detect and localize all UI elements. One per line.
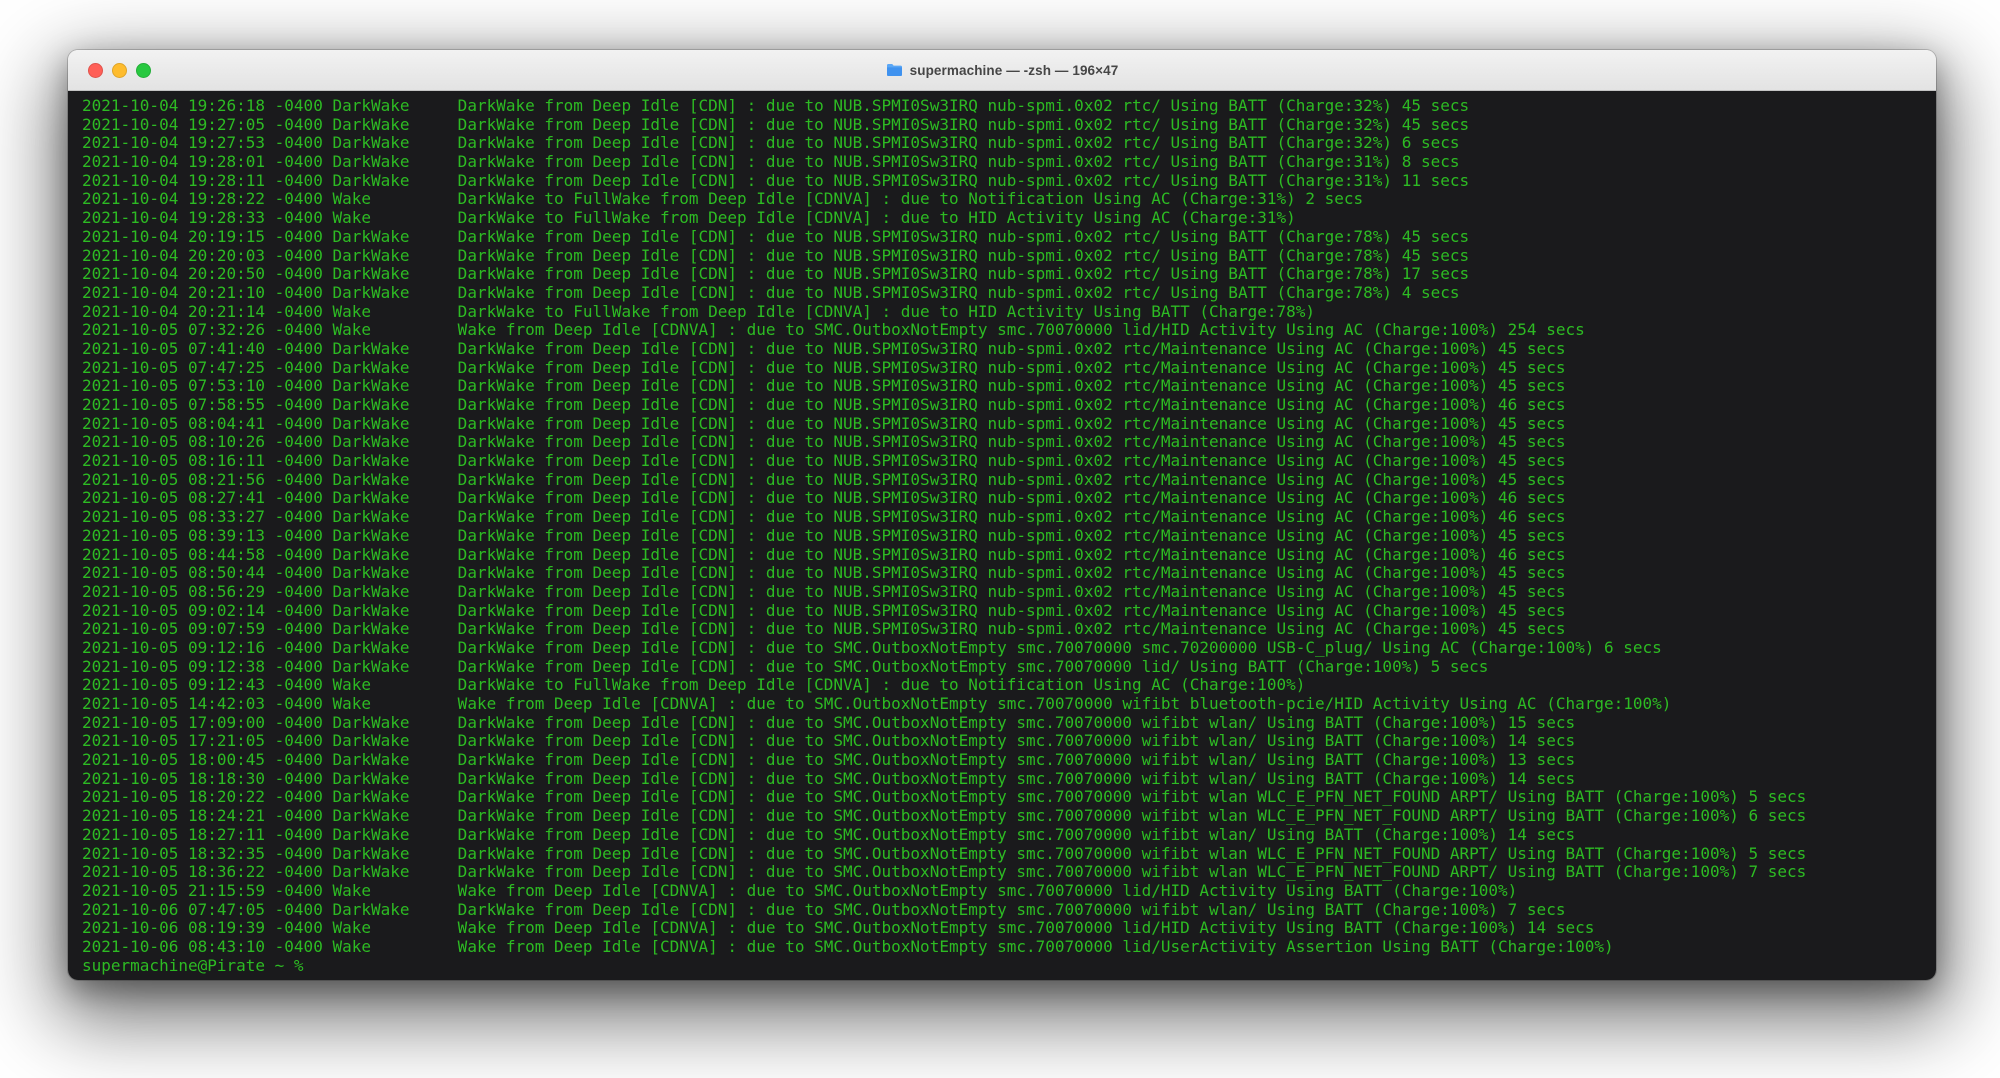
log-line: 2021-10-04 20:20:03 -0400 DarkWake DarkW…: [82, 245, 1470, 265]
window-title-group: supermachine — -zsh — 196×47: [886, 63, 1119, 78]
log-line: 2021-10-06 08:19:39 -0400 Wake Wake from…: [82, 918, 1595, 938]
log-line: 2021-10-05 07:58:55 -0400 DarkWake DarkW…: [82, 395, 1566, 414]
log-line: 2021-10-04 20:21:14 -0400 Wake DarkWake …: [82, 301, 1315, 321]
log-line: 2021-10-05 18:27:11 -0400 DarkWake DarkW…: [82, 824, 1576, 844]
log-line: 2021-10-05 08:33:27 -0400 DarkWake DarkW…: [82, 507, 1566, 527]
log-line: 2021-10-05 18:00:45 -0400 DarkWake DarkW…: [82, 750, 1576, 770]
folder-icon[interactable]: [886, 63, 903, 77]
log-line: 2021-10-05 09:02:14 -0400 DarkWake DarkW…: [82, 600, 1566, 620]
log-line: 2021-10-05 08:10:26 -0400 DarkWake DarkW…: [82, 432, 1566, 452]
log-line: 2021-10-06 08:43:10 -0400 Wake Wake from…: [82, 936, 1614, 956]
terminal-log: 2021-10-04 19:26:18 -0400 DarkWake DarkW…: [82, 96, 1922, 976]
log-line: 2021-10-05 21:15:59 -0400 Wake Wake from…: [82, 880, 1518, 900]
log-line: 2021-10-04 19:27:05 -0400 DarkWake DarkW…: [82, 114, 1470, 134]
log-line: 2021-10-05 08:56:29 -0400 DarkWake DarkW…: [82, 581, 1566, 601]
log-line: 2021-10-05 18:32:35 -0400 DarkWake DarkW…: [82, 843, 1807, 863]
log-line: 2021-10-05 08:27:41 -0400 DarkWake DarkW…: [82, 488, 1566, 508]
shell-prompt[interactable]: supermachine@Pirate ~ %: [82, 956, 1922, 976]
log-line: 2021-10-05 07:53:10 -0400 DarkWake DarkW…: [82, 376, 1566, 396]
log-line: 2021-10-05 09:12:38 -0400 DarkWake DarkW…: [82, 656, 1489, 676]
log-line: 2021-10-04 20:21:10 -0400 DarkWake DarkW…: [82, 282, 1460, 302]
log-line: 2021-10-05 18:24:21 -0400 DarkWake DarkW…: [82, 806, 1807, 826]
log-line: 2021-10-05 09:12:43 -0400 Wake DarkWake …: [82, 675, 1306, 695]
log-line: 2021-10-05 09:07:59 -0400 DarkWake DarkW…: [82, 619, 1566, 639]
terminal-content[interactable]: 2021-10-04 19:26:18 -0400 DarkWake DarkW…: [68, 91, 1936, 980]
log-line: 2021-10-05 08:44:58 -0400 DarkWake DarkW…: [82, 544, 1566, 564]
window-controls: [88, 50, 151, 90]
log-line: 2021-10-05 14:42:03 -0400 Wake Wake from…: [82, 694, 1672, 713]
log-line: 2021-10-05 07:47:25 -0400 DarkWake DarkW…: [82, 357, 1566, 377]
log-line: 2021-10-05 08:39:13 -0400 DarkWake DarkW…: [82, 525, 1566, 545]
log-line: 2021-10-04 19:28:33 -0400 Wake DarkWake …: [82, 208, 1296, 228]
log-line: 2021-10-05 07:41:40 -0400 DarkWake DarkW…: [82, 338, 1566, 358]
log-line: 2021-10-04 19:27:53 -0400 DarkWake DarkW…: [82, 133, 1460, 153]
log-line: 2021-10-05 07:32:26 -0400 Wake Wake from…: [82, 320, 1585, 340]
minimize-button[interactable]: [112, 62, 127, 78]
log-line: 2021-10-05 08:04:41 -0400 DarkWake DarkW…: [82, 413, 1566, 433]
log-line: 2021-10-05 18:20:22 -0400 DarkWake DarkW…: [82, 787, 1807, 807]
log-line: 2021-10-04 20:19:15 -0400 DarkWake DarkW…: [82, 226, 1470, 246]
log-line: 2021-10-05 09:12:16 -0400 DarkWake DarkW…: [82, 637, 1662, 657]
log-line: 2021-10-05 08:21:56 -0400 DarkWake DarkW…: [82, 469, 1566, 489]
log-line: 2021-10-05 08:50:44 -0400 DarkWake DarkW…: [82, 563, 1566, 583]
close-button[interactable]: [88, 62, 103, 78]
title-bar[interactable]: supermachine — -zsh — 196×47: [68, 50, 1936, 91]
log-line: 2021-10-04 19:26:18 -0400 DarkWake DarkW…: [82, 96, 1470, 115]
log-line: 2021-10-04 20:20:50 -0400 DarkWake DarkW…: [82, 264, 1470, 284]
terminal-window: supermachine — -zsh — 196×47 2021-10-04 …: [68, 50, 1936, 980]
log-line: 2021-10-05 17:21:05 -0400 DarkWake DarkW…: [82, 731, 1576, 751]
log-line: 2021-10-04 19:28:01 -0400 DarkWake DarkW…: [82, 152, 1460, 172]
log-line: 2021-10-05 17:09:00 -0400 DarkWake DarkW…: [82, 712, 1576, 732]
log-line: 2021-10-05 08:16:11 -0400 DarkWake DarkW…: [82, 451, 1566, 471]
log-line: 2021-10-06 07:47:05 -0400 DarkWake DarkW…: [82, 899, 1566, 919]
window-title: supermachine — -zsh — 196×47: [909, 62, 1119, 78]
log-line: 2021-10-05 18:18:30 -0400 DarkWake DarkW…: [82, 768, 1576, 788]
log-line: 2021-10-05 18:36:22 -0400 DarkWake DarkW…: [82, 862, 1807, 882]
log-line: 2021-10-04 19:28:22 -0400 Wake DarkWake …: [82, 189, 1364, 209]
zoom-button[interactable]: [136, 62, 151, 78]
log-line: 2021-10-04 19:28:11 -0400 DarkWake DarkW…: [82, 170, 1470, 190]
